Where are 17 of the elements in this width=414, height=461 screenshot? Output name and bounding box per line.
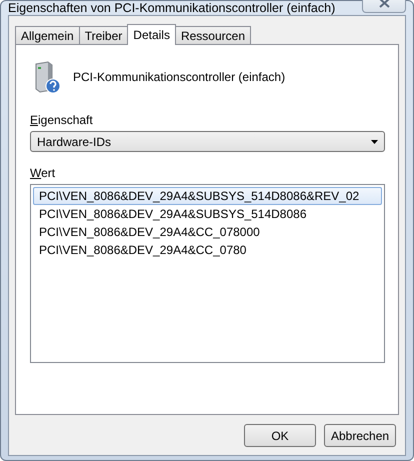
dialog-button[interactable]: OK	[244, 424, 316, 447]
property-dropdown[interactable]: Hardware-IDs	[30, 131, 385, 152]
property-label: Eigenschaft	[30, 113, 94, 127]
close-icon	[378, 0, 390, 8]
tab[interactable]: Ressourcen	[174, 26, 251, 44]
list-item[interactable]: PCI\VEN_8086&DEV_29A4&SUBSYS_514D8086	[33, 205, 382, 223]
list-item[interactable]: PCI\VEN_8086&DEV_29A4&SUBSYS_514D8086&REV_02	[33, 187, 382, 205]
window-title: Eigenschaften von PCI-Kommunikationscontroller (einfach)	[8, 1, 336, 15]
value-label: Wert	[30, 166, 56, 180]
device-name: PCI-Kommunikationscontroller (einfach)	[73, 70, 286, 84]
list-item[interactable]: PCI\VEN_8086&DEV_29A4&CC_078000	[33, 223, 382, 241]
list-item[interactable]: PCI\VEN_8086&DEV_29A4&CC_0780	[33, 241, 382, 259]
dropdown-arrow-icon	[371, 140, 378, 144]
tab[interactable]: Allgemein	[15, 26, 80, 44]
tab[interactable]: Details	[127, 24, 176, 45]
tab[interactable]: Treiber	[78, 26, 128, 44]
dialog-button[interactable]: Abbrechen	[324, 424, 396, 447]
